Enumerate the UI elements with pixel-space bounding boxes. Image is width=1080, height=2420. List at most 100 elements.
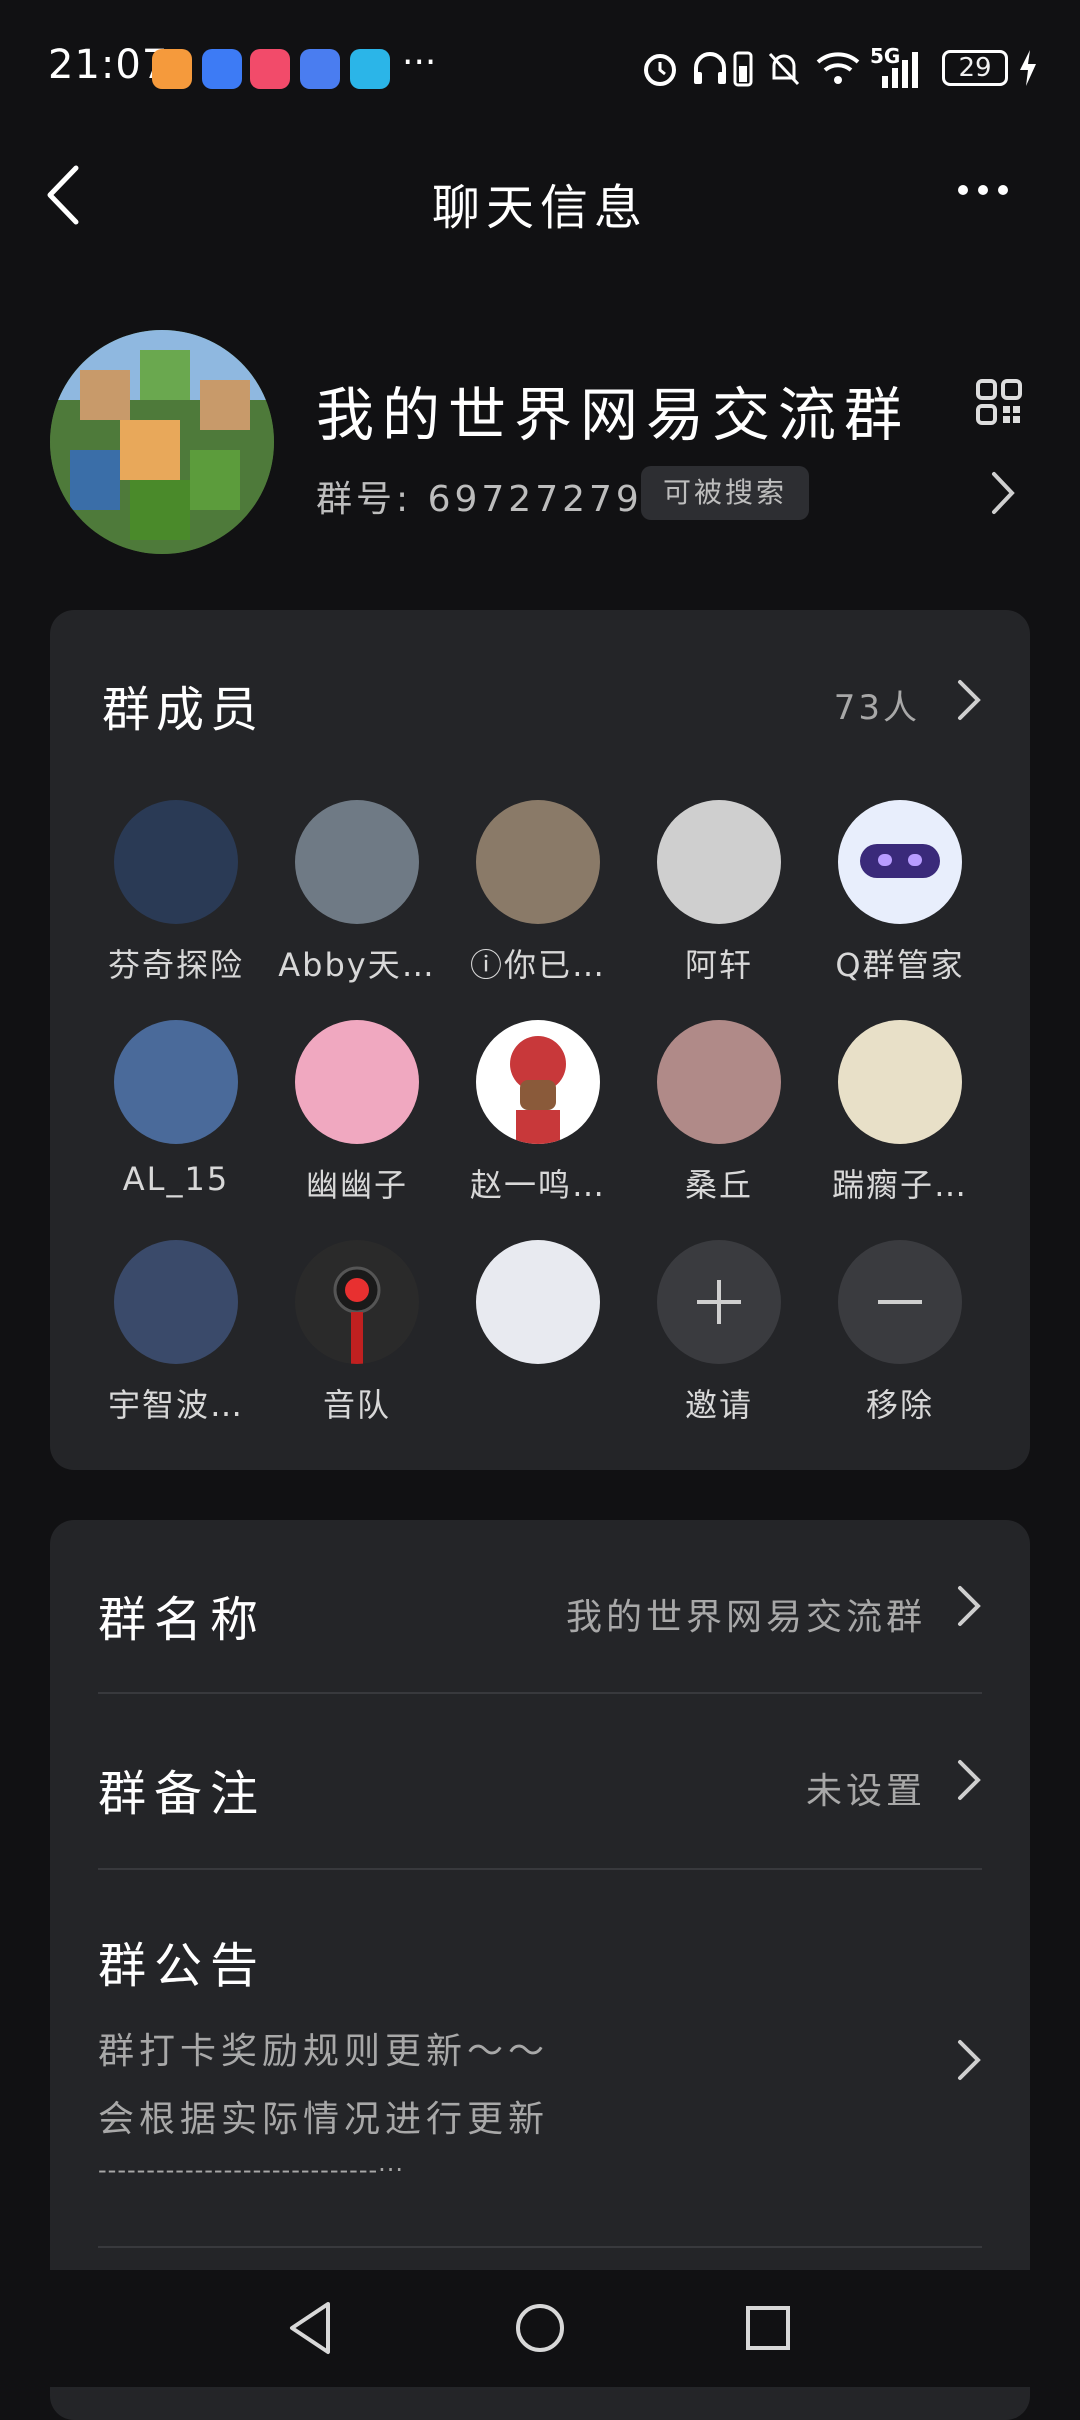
member-item[interactable]: 阿轩 (629, 800, 809, 986)
group-remark-value: 未设置 (805, 1771, 926, 1812)
member-avatar (295, 1020, 419, 1144)
book-app-icon (350, 49, 390, 89)
member-name: AL_15 (122, 1160, 230, 1198)
searchable-badge: 可被搜索 (641, 466, 810, 520)
member-name: Abby天… (278, 946, 436, 984)
group-name-row[interactable]: 群名称 我的世界网易交流群 (98, 1520, 982, 1692)
mute-bell-icon (768, 52, 800, 86)
member-avatar (657, 1020, 781, 1144)
group-remark-row[interactable]: 群备注 未设置 (98, 1694, 982, 1868)
status-more-icon: ··· (402, 42, 437, 83)
member-item[interactable]: 音队 (267, 1240, 447, 1426)
member-avatar (657, 800, 781, 924)
member-name: 宇智波… (107, 1386, 244, 1424)
status-bar: 21:07 ··· 5G 29 (0, 0, 1080, 130)
wifi-icon (816, 52, 860, 84)
divider (98, 2246, 982, 2248)
member-name: 阿轩 (684, 946, 753, 984)
notice-text-line: 会根据实际情况进行更新 (98, 2099, 550, 2140)
invite-label: 邀请 (684, 1386, 753, 1424)
member-name: Q群管家 (835, 946, 965, 984)
remove-label: 移除 (865, 1386, 934, 1424)
member-avatar (114, 1020, 238, 1144)
heart-app-icon (152, 49, 192, 89)
member-item[interactable]: ⓘ你已… (448, 800, 628, 986)
battery-level: 29 (958, 53, 992, 83)
member-item[interactable]: 芬奇探险 (86, 800, 266, 986)
qr-code-icon[interactable] (975, 378, 1023, 426)
member-name: ⓘ你已… (469, 946, 606, 984)
group-notice-label: 群公告 (98, 1938, 267, 1994)
member-item[interactable]: AL_15 (86, 1020, 266, 1198)
nav-recents-icon[interactable] (744, 2304, 792, 2352)
group-avatar[interactable] (50, 330, 274, 554)
member-item[interactable]: 赵一鸣… (448, 1020, 628, 1206)
member-item[interactable]: Q群管家 (810, 800, 990, 986)
group-id: 群号: 697272790 (316, 479, 670, 520)
member-item[interactable]: 踹瘸子… (810, 1020, 990, 1206)
avatar-illustration (333, 1266, 381, 1364)
group-notice-row[interactable]: 群公告 群打卡奖励规则更新～～ 会根据实际情况进行更新 ------------… (98, 1870, 982, 2248)
member-avatar (114, 800, 238, 924)
more-dot-icon (998, 185, 1008, 195)
member-name: 幽幽子 (305, 1166, 408, 1204)
headphones-icon (694, 52, 726, 84)
app-market-icon (202, 49, 242, 89)
plus-icon (697, 1280, 741, 1324)
group-remark-label: 群备注 (98, 1766, 267, 1822)
members-title: 群成员 (102, 682, 265, 738)
invite-circle (657, 1240, 781, 1364)
charging-icon (1020, 50, 1036, 86)
status-time: 21:07 (48, 42, 169, 88)
member-avatar (114, 1240, 238, 1364)
group-name-label: 群名称 (98, 1592, 267, 1648)
system-navigation-bar (0, 2270, 1080, 2387)
avatar-illustration (510, 1036, 566, 1144)
nav-back-icon[interactable] (286, 2300, 336, 2356)
chevron-right-icon (958, 1760, 981, 1800)
page-title: 聊天信息 (431, 180, 648, 236)
member-name: 芬奇探险 (107, 946, 244, 984)
member-avatar (295, 1240, 419, 1364)
nav-home-icon[interactable] (514, 2302, 566, 2354)
chevron-right-icon (958, 2040, 981, 2080)
member-name: 音队 (322, 1386, 391, 1424)
member-item[interactable]: 幽幽子 (267, 1020, 447, 1206)
member-item[interactable]: Abby天… (267, 800, 447, 986)
member-item[interactable]: 桑丘 (629, 1020, 809, 1206)
member-avatar (838, 800, 962, 924)
device-battery-icon (733, 51, 753, 87)
chevron-right-icon[interactable] (956, 678, 982, 722)
robot-face-icon (860, 844, 940, 878)
alarm-icon (644, 54, 676, 86)
member-item[interactable]: 宇智波… (86, 1240, 266, 1426)
member-name: 赵一鸣… (469, 1166, 606, 1204)
minus-icon (878, 1300, 922, 1304)
members-card: 群成员 73人 芬奇探险 Abby天… ⓘ你已… 阿轩 Q群管家 AL_15 幽… (50, 610, 1030, 1470)
remove-circle (838, 1240, 962, 1364)
notice-text-line: -----------------------------··· (98, 2156, 405, 2184)
more-dot-icon (958, 185, 968, 195)
more-options-button[interactable] (958, 180, 1028, 210)
member-item[interactable] (448, 1240, 628, 1380)
group-name-value: 我的世界网易交流群 (565, 1597, 926, 1638)
minecraft-avatar-image (50, 330, 274, 554)
invite-member-button[interactable]: 邀请 (629, 1240, 809, 1426)
remove-member-button[interactable]: 移除 (810, 1240, 990, 1426)
member-avatar (838, 1020, 962, 1144)
members-count[interactable]: 73人 (834, 680, 920, 729)
video-app-icon (250, 49, 290, 89)
battery-icon: 29 (942, 50, 1008, 86)
notice-text-line: 群打卡奖励规则更新～～ (98, 2031, 550, 2072)
member-avatar (476, 1240, 600, 1364)
signal-icon (882, 52, 918, 88)
member-avatar (476, 800, 600, 924)
chevron-right-icon[interactable] (988, 470, 1018, 516)
group-name: 我的世界网易交流群 (316, 381, 911, 449)
member-name: 桑丘 (684, 1166, 753, 1204)
member-name: 踹瘸子… (831, 1166, 968, 1204)
more-dot-icon (978, 185, 988, 195)
chevron-right-icon (958, 1586, 981, 1626)
member-avatar (295, 800, 419, 924)
compass-app-icon (300, 49, 340, 89)
